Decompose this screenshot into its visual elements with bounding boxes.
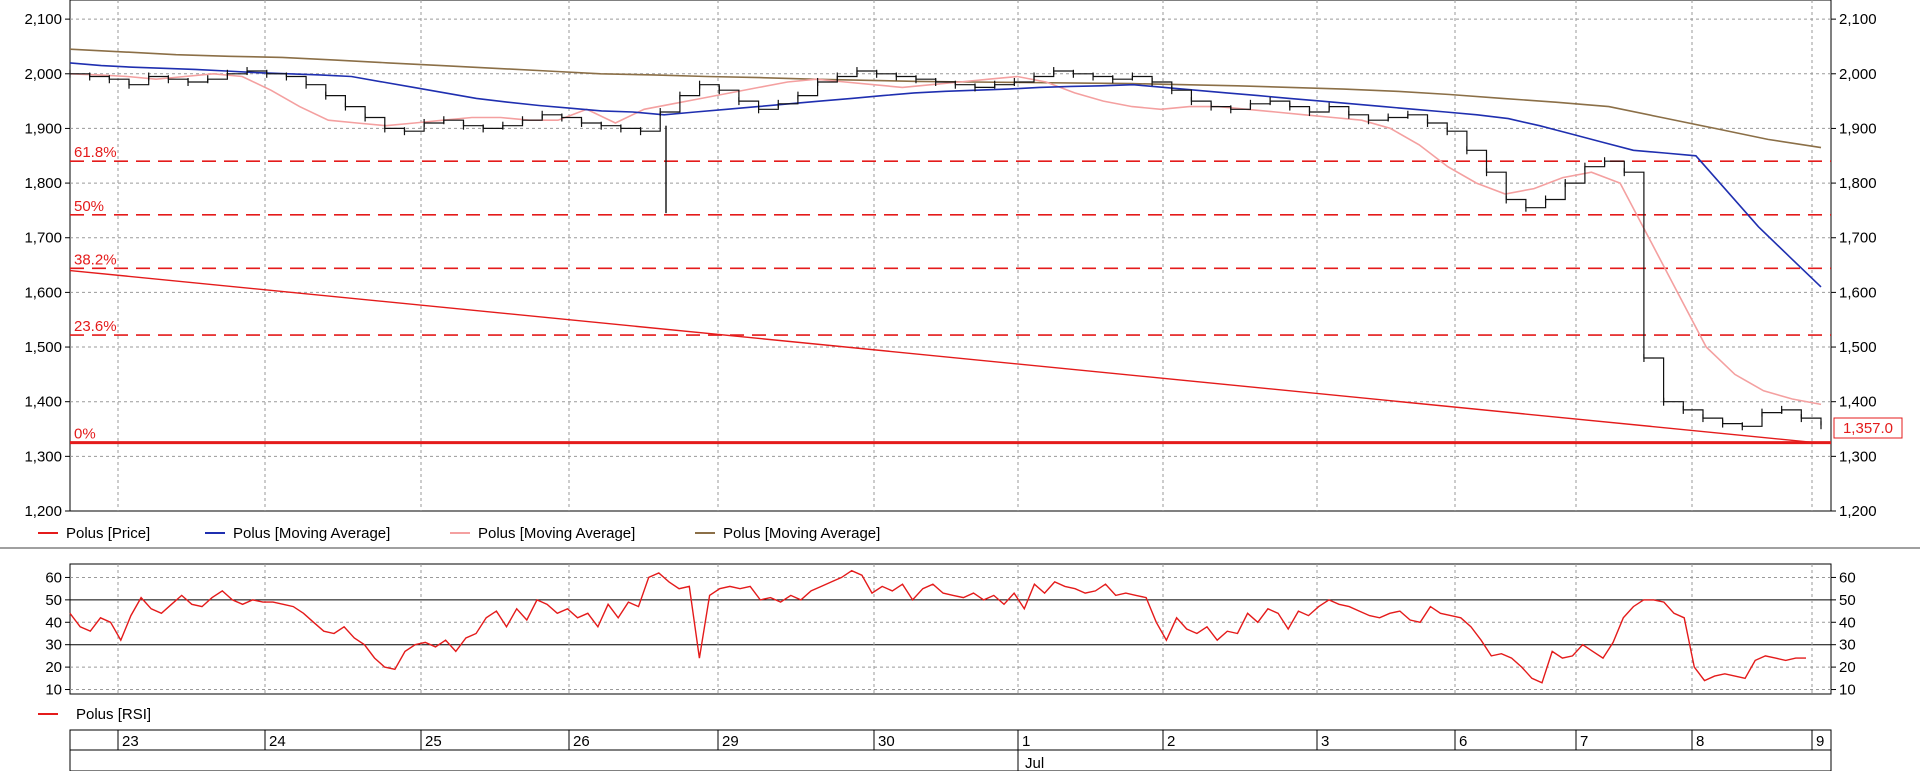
legend-label: Polus [Price] (66, 525, 150, 542)
rsi-y-tick-label-right: 10 (1839, 682, 1856, 699)
rsi-y-tick-label-right: 60 (1839, 569, 1856, 586)
price-y-tick-label-right: 1,900 (1839, 120, 1877, 137)
fib-level-label: 38.2% (74, 251, 117, 268)
rsi-y-tick-label-right: 50 (1839, 592, 1856, 609)
date-label: 26 (573, 733, 590, 750)
date-label: 1 (1022, 733, 1030, 750)
price-y-tick-label-left: 1,600 (24, 284, 62, 301)
last-value-label: 1,357.0 (1833, 417, 1903, 439)
legend-label: Polus [Moving Average] (233, 525, 390, 542)
price-y-tick-label-right: 1,200 (1839, 503, 1877, 520)
price-y-tick-label-left: 1,300 (24, 448, 62, 465)
price-y-tick-label-left: 1,500 (24, 339, 62, 356)
date-label: 3 (1321, 733, 1329, 750)
price-y-tick-label-right: 1,400 (1839, 394, 1877, 411)
chart-canvas: 1,200 1,300 1,400 1,500 1,600 1,700 1,800 1,900… (0, 0, 1920, 771)
svg-text:1,357.0: 1,357.0 (1843, 420, 1893, 437)
legend-label: Polus [Moving Average] (478, 525, 635, 542)
rsi-y-tick-label-left: 40 (45, 614, 62, 631)
legend-label: Polus [RSI] (76, 706, 151, 723)
date-label: 8 (1696, 733, 1704, 750)
price-y-tick-label-right: 2,000 (1839, 66, 1877, 83)
price-y-tick-label-left: 2,000 (24, 66, 62, 83)
date-label: 7 (1580, 733, 1588, 750)
rsi-y-tick-label-left: 10 (45, 682, 62, 699)
fib-level-label: 50% (74, 198, 104, 215)
rsi-y-tick-label-left: 30 (45, 637, 62, 654)
fib-level-label: 23.6% (74, 318, 117, 335)
price-y-tick-label-left: 1,400 (24, 394, 62, 411)
rsi-y-tick-label-left: 50 (45, 592, 62, 609)
price-y-tick-label-right: 1,700 (1839, 230, 1877, 247)
date-label: 25 (425, 733, 442, 750)
price-y-tick-label-right: 2,100 (1839, 11, 1877, 28)
rsi-y-tick-label-left: 60 (45, 569, 62, 586)
chart-background (0, 0, 1920, 771)
price-y-tick-label-right: 1,600 (1839, 284, 1877, 301)
date-label: 9 (1816, 733, 1824, 750)
date-label: 6 (1459, 733, 1467, 750)
price-y-tick-label-left: 1,200 (24, 503, 62, 520)
rsi-y-tick-label-right: 20 (1839, 659, 1856, 676)
fib-level-label: 0% (74, 426, 96, 443)
legend-label: Polus [Moving Average] (723, 525, 880, 542)
month-label: Jul (1025, 755, 1044, 771)
date-label: 29 (722, 733, 739, 750)
rsi-y-tick-label-right: 40 (1839, 614, 1856, 631)
date-label: 23 (122, 733, 139, 750)
price-y-tick-label-left: 1,900 (24, 120, 62, 137)
price-y-tick-label-left: 1,800 (24, 175, 62, 192)
date-label: 24 (269, 733, 286, 750)
date-label: 2 (1167, 733, 1175, 750)
rsi-y-tick-label-left: 20 (45, 659, 62, 676)
fib-level-label: 61.8% (74, 144, 117, 161)
price-y-tick-label-right: 1,300 (1839, 448, 1877, 465)
price-y-tick-label-right: 1,800 (1839, 175, 1877, 192)
price-y-tick-label-left: 1,700 (24, 230, 62, 247)
price-y-tick-label-right: 1,500 (1839, 339, 1877, 356)
price-y-tick-label-left: 2,100 (24, 11, 62, 28)
date-label: 30 (878, 733, 895, 750)
rsi-y-tick-label-right: 30 (1839, 637, 1856, 654)
